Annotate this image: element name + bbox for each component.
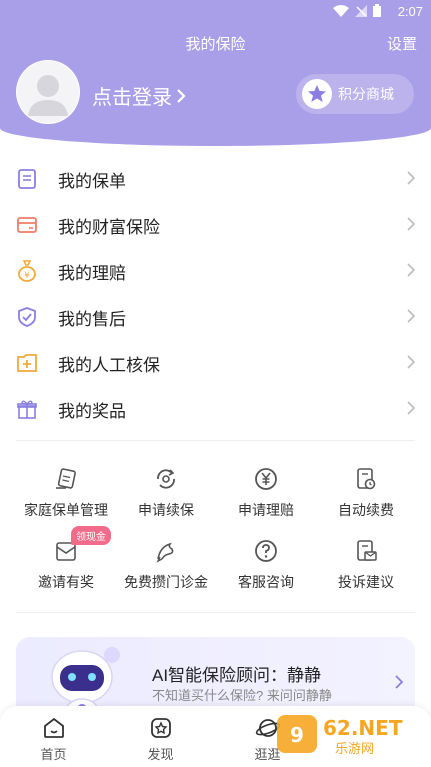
service-auto-renew[interactable]: 自动续费 <box>316 460 416 532</box>
service-grid: 家庭保单管理 申请续保 申请理赔 自动续费 领现金 邀请有奖 免费攒门诊金 客服… <box>16 460 416 604</box>
menu-item-label: 我的财富保险 <box>58 217 160 237</box>
service-label: 自动续费 <box>338 502 394 518</box>
cash-badge: 领现金 <box>71 526 111 545</box>
chevron-right-icon <box>407 263 415 277</box>
nav-discover[interactable]: 发现 <box>107 706 214 767</box>
service-label: 投诉建议 <box>338 574 394 590</box>
star-badge-icon <box>302 79 332 109</box>
section-divider <box>16 440 415 441</box>
no-signal-icon <box>355 4 367 17</box>
page-title: 我的保险 <box>185 36 246 53</box>
nav-label: 首页 <box>40 747 67 762</box>
svg-text:乐游网: 乐游网 <box>335 742 374 757</box>
my-menu-list: 我的保单 我的财富保险 ¥ 我的理赔 我的售后 我的人工核保 我的奖品 <box>0 156 431 432</box>
nav-home[interactable]: 首页 <box>0 706 107 767</box>
home-icon <box>43 717 64 738</box>
menu-item-label: 我的售后 <box>58 309 126 329</box>
money-bag-icon: ¥ <box>16 260 38 282</box>
card-icon <box>16 214 38 236</box>
chevron-right-icon <box>177 88 186 103</box>
service-complaint[interactable]: 投诉建议 <box>316 532 416 604</box>
service-family-policy[interactable]: 家庭保单管理 <box>16 460 116 532</box>
status-time: 2:07 <box>397 4 423 19</box>
user-silhouette-icon <box>17 61 79 123</box>
gift-icon <box>16 398 38 420</box>
ai-card-title: AI智能保险顾问：静静 <box>152 666 322 685</box>
svg-text:62.NET: 62.NET <box>323 716 403 740</box>
avatar[interactable] <box>16 60 80 124</box>
medical-folder-icon <box>16 352 38 374</box>
points-mall-label: 积分商城 <box>338 86 394 102</box>
svg-text:¥: ¥ <box>24 271 30 281</box>
menu-item-label: 我的人工核保 <box>58 355 160 375</box>
chevron-right-icon <box>407 355 415 369</box>
chevron-right-icon <box>407 401 415 415</box>
ai-card-subtitle: 不知道买什么保险? 来问问静静 <box>152 688 332 703</box>
svg-text:9: 9 <box>290 723 304 747</box>
wifi-icon <box>333 4 349 17</box>
service-renewal[interactable]: 申请续保 <box>116 460 216 532</box>
service-label: 申请理赔 <box>238 502 294 518</box>
site-watermark-logo: 9 62.NET 乐游网 <box>277 715 403 757</box>
menu-item-policy[interactable]: 我的保单 <box>0 156 431 202</box>
menu-item-label: 我的理赔 <box>58 263 126 283</box>
menu-item-prizes[interactable]: 我的奖品 <box>0 386 431 432</box>
status-icons <box>333 4 381 17</box>
service-customer-support[interactable]: 客服咨询 <box>216 532 316 604</box>
service-apply-claim[interactable]: 申请理赔 <box>216 460 316 532</box>
login-label: 点击登录 <box>92 87 172 109</box>
section-divider <box>16 612 415 613</box>
shield-icon <box>16 306 38 328</box>
policy-stack-icon <box>53 466 79 492</box>
help-icon <box>253 538 279 564</box>
yen-icon <box>253 466 279 492</box>
points-mall-button[interactable]: 积分商城 <box>296 74 414 114</box>
menu-item-label: 我的奖品 <box>58 401 126 421</box>
nav-label: 发现 <box>147 747 174 762</box>
service-invite[interactable]: 领现金 邀请有奖 <box>16 526 116 604</box>
menu-item-wealth-insurance[interactable]: 我的财富保险 <box>0 202 431 248</box>
auto-pay-icon <box>353 466 379 492</box>
discover-icon <box>150 718 171 738</box>
service-label: 家庭保单管理 <box>24 502 108 518</box>
menu-item-label: 我的保单 <box>58 171 126 191</box>
service-clinic-fund[interactable]: 免费攒门诊金 <box>116 532 216 604</box>
chevron-right-icon <box>407 217 415 231</box>
chevron-right-icon <box>395 675 403 689</box>
menu-item-manual-underwriting[interactable]: 我的人工核保 <box>0 340 431 386</box>
service-label: 邀请有奖 <box>38 574 94 590</box>
menu-item-after-sales[interactable]: 我的售后 <box>0 294 431 340</box>
login-link[interactable]: 点击登录 <box>92 81 186 110</box>
status-bar: 2:07 <box>0 0 431 24</box>
chevron-right-icon <box>407 309 415 323</box>
document-icon <box>16 168 38 190</box>
service-label: 免费攒门诊金 <box>124 574 208 590</box>
service-label: 申请续保 <box>138 502 194 518</box>
battery-icon <box>373 4 381 17</box>
service-label: 客服咨询 <box>238 574 294 590</box>
dolphin-icon <box>153 538 179 564</box>
settings-button[interactable]: 设置 <box>387 33 417 54</box>
chevron-right-icon <box>407 171 415 185</box>
menu-item-claims[interactable]: ¥ 我的理赔 <box>0 248 431 294</box>
renew-icon <box>153 466 179 492</box>
complaint-icon <box>353 538 379 564</box>
